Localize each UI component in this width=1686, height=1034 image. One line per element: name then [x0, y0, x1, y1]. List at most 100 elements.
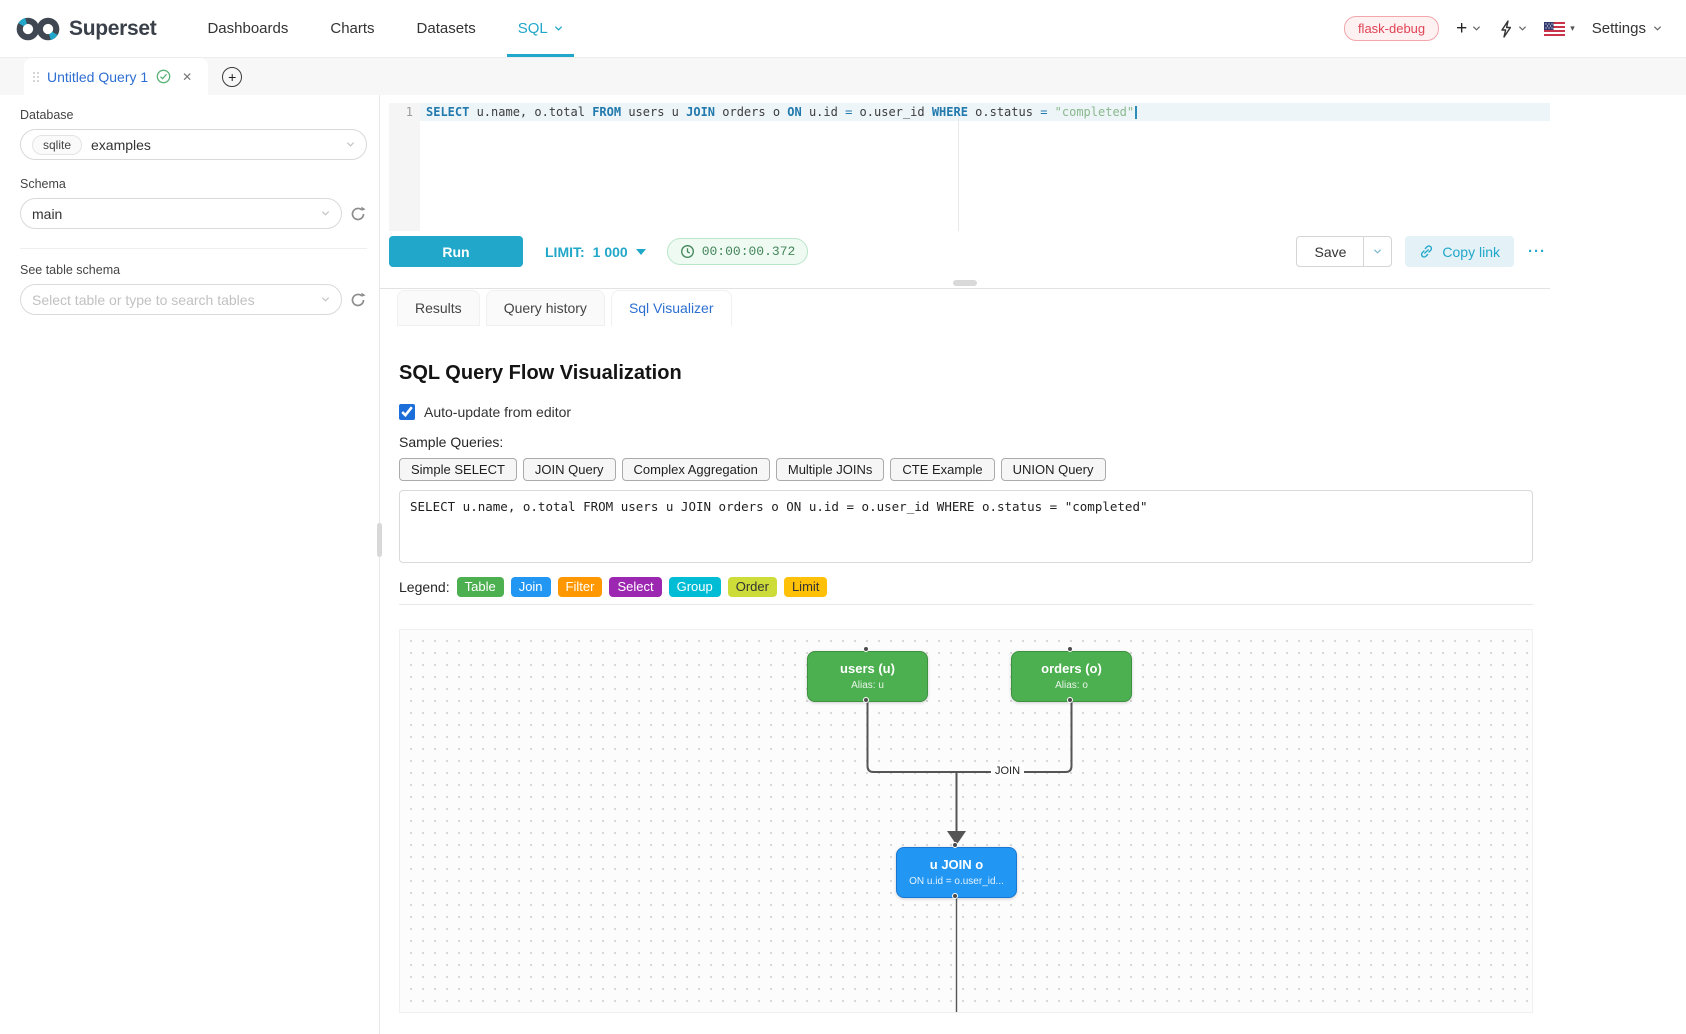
navbar-right: flask-debug + — [1344, 16, 1662, 41]
drag-grip-icon[interactable] — [33, 72, 39, 82]
more-actions-button[interactable]: ··· — [1524, 243, 1550, 260]
close-icon[interactable]: ✕ — [179, 68, 195, 86]
legend-badge-select: Select — [609, 577, 661, 597]
sql-input-textarea[interactable]: SELECT u.name, o.total FROM users u JOIN… — [399, 490, 1533, 563]
sql-editor[interactable]: 1 SELECT u.name, o.total FROM users u JO… — [389, 103, 1550, 231]
node-handle[interactable] — [952, 842, 958, 848]
line-number: 1 — [406, 105, 413, 119]
nav-menu: Dashboards Charts Datasets SQL — [186, 0, 583, 57]
flow-node-join[interactable]: u JOIN o ON u.id = o.user_id... — [896, 847, 1017, 898]
superset-logo[interactable]: Superset — [16, 14, 156, 44]
sample-cte-example-button[interactable]: CTE Example — [890, 458, 994, 481]
copy-link-button[interactable]: Copy link — [1405, 236, 1514, 267]
chevron-down-icon — [1518, 24, 1527, 33]
database-engine-badge: sqlite — [32, 135, 82, 155]
sidebar-resize-handle[interactable] — [377, 523, 382, 557]
sample-multiple-joins-button[interactable]: Multiple JOINs — [776, 458, 885, 481]
legend-badge-table: Table — [457, 577, 504, 597]
chevron-down-icon — [321, 295, 330, 304]
table-select-placeholder: Select table or type to search tables — [32, 292, 312, 308]
node-handle[interactable] — [863, 646, 869, 652]
query-tab-label: Untitled Query 1 — [47, 69, 148, 85]
legend-row: Legend: Table Join Filter Select Group O… — [399, 577, 1533, 597]
chevron-down-icon — [1373, 247, 1382, 256]
caret-down-icon: ▾ — [1570, 23, 1575, 34]
save-button[interactable]: Save — [1296, 236, 1363, 267]
sidebar-divider — [20, 248, 367, 249]
tab-results[interactable]: Results — [397, 290, 480, 326]
legend-badge-join: Join — [511, 577, 551, 597]
nav-item-datasets[interactable]: Datasets — [396, 0, 497, 57]
chevron-down-icon — [1472, 24, 1481, 33]
database-label: Database — [20, 108, 367, 122]
sql-code-line: SELECT u.name, o.total FROM users u JOIN… — [426, 105, 1137, 119]
plus-icon: + — [1456, 19, 1467, 38]
settings-menu[interactable]: Settings — [1592, 20, 1662, 37]
save-dropdown-button[interactable] — [1363, 236, 1392, 267]
language-picker[interactable]: ▾ — [1544, 22, 1575, 36]
schema-select-value: main — [32, 206, 312, 222]
run-button[interactable]: Run — [389, 236, 523, 267]
panel-divider — [399, 604, 1533, 605]
node-handle[interactable] — [1067, 646, 1073, 652]
new-item-button[interactable]: + — [1456, 19, 1481, 38]
auto-update-label: Auto-update from editor — [424, 404, 571, 420]
auto-update-row: Auto-update from editor — [399, 404, 1533, 420]
editor-toolbar: Run LIMIT: 1 000 00:00:00.372 Save — [389, 236, 1550, 267]
refresh-icon[interactable] — [349, 205, 367, 223]
node-handle[interactable] — [1067, 697, 1073, 703]
database-select[interactable]: sqlite examples — [20, 129, 367, 160]
page-title: SQL Query Flow Visualization — [399, 362, 1533, 385]
query-search-button[interactable] — [1498, 20, 1527, 38]
sample-union-query-button[interactable]: UNION Query — [1001, 458, 1106, 481]
legend-badge-order: Order — [728, 577, 777, 597]
tab-query-history[interactable]: Query history — [486, 290, 605, 326]
refresh-icon[interactable] — [349, 291, 367, 309]
sqllab-content: 1 SELECT u.name, o.total FROM users u JO… — [380, 95, 1686, 1034]
legend-badge-filter: Filter — [558, 577, 603, 597]
clock-icon — [680, 244, 695, 259]
query-tab-untitled[interactable]: Untitled Query 1 ✕ — [24, 58, 208, 95]
check-circle-icon — [156, 69, 171, 84]
sample-join-query-button[interactable]: JOIN Query — [523, 458, 616, 481]
query-timer: 00:00:00.372 — [667, 238, 809, 265]
result-tabs: Results Query history Sql Visualizer — [397, 290, 1686, 326]
nav-item-sql[interactable]: SQL — [497, 0, 584, 57]
auto-update-checkbox[interactable] — [399, 404, 415, 420]
link-icon — [1419, 244, 1434, 259]
us-flag-icon — [1544, 22, 1565, 36]
env-badge: flask-debug — [1344, 16, 1439, 41]
table-select[interactable]: Select table or type to search tables — [20, 284, 342, 315]
text-cursor — [1135, 106, 1137, 119]
tab-sql-visualizer[interactable]: Sql Visualizer — [611, 290, 732, 326]
chevron-down-icon — [554, 24, 563, 33]
nav-item-dashboards[interactable]: Dashboards — [186, 0, 309, 57]
node-handle[interactable] — [952, 893, 958, 899]
query-tabbar: Untitled Query 1 ✕ + — [0, 58, 1686, 95]
brand-name: Superset — [69, 17, 156, 41]
editor-gutter: 1 — [389, 103, 420, 231]
flow-edges — [400, 630, 1533, 1013]
caret-down-icon — [636, 249, 646, 255]
sample-simple-select-button[interactable]: Simple SELECT — [399, 458, 517, 481]
node-handle[interactable] — [863, 697, 869, 703]
flow-node-orders[interactable]: orders (o) Alias: o — [1011, 651, 1132, 702]
pane-resize-handle[interactable] — [953, 280, 977, 286]
sample-queries-label: Sample Queries: — [399, 434, 1533, 450]
sample-complex-aggregation-button[interactable]: Complex Aggregation — [622, 458, 770, 481]
chevron-down-icon — [321, 209, 330, 218]
database-select-value: examples — [91, 137, 337, 153]
chevron-down-icon — [346, 140, 355, 149]
schema-select[interactable]: main — [20, 198, 342, 229]
legend-badge-group: Group — [669, 577, 721, 597]
editor-print-margin — [958, 103, 959, 231]
limit-dropdown[interactable]: LIMIT: 1 000 — [545, 244, 646, 260]
nav-item-charts[interactable]: Charts — [309, 0, 395, 57]
flow-canvas[interactable]: users (u) Alias: u orders (o) Alias: o u… — [399, 629, 1533, 1013]
new-query-tab-button[interactable]: + — [222, 67, 242, 87]
table-schema-label: See table schema — [20, 263, 367, 277]
pane-divider — [380, 288, 1550, 289]
lightning-icon — [1498, 20, 1513, 38]
legend-label: Legend: — [399, 579, 450, 595]
flow-node-users[interactable]: users (u) Alias: u — [807, 651, 928, 702]
